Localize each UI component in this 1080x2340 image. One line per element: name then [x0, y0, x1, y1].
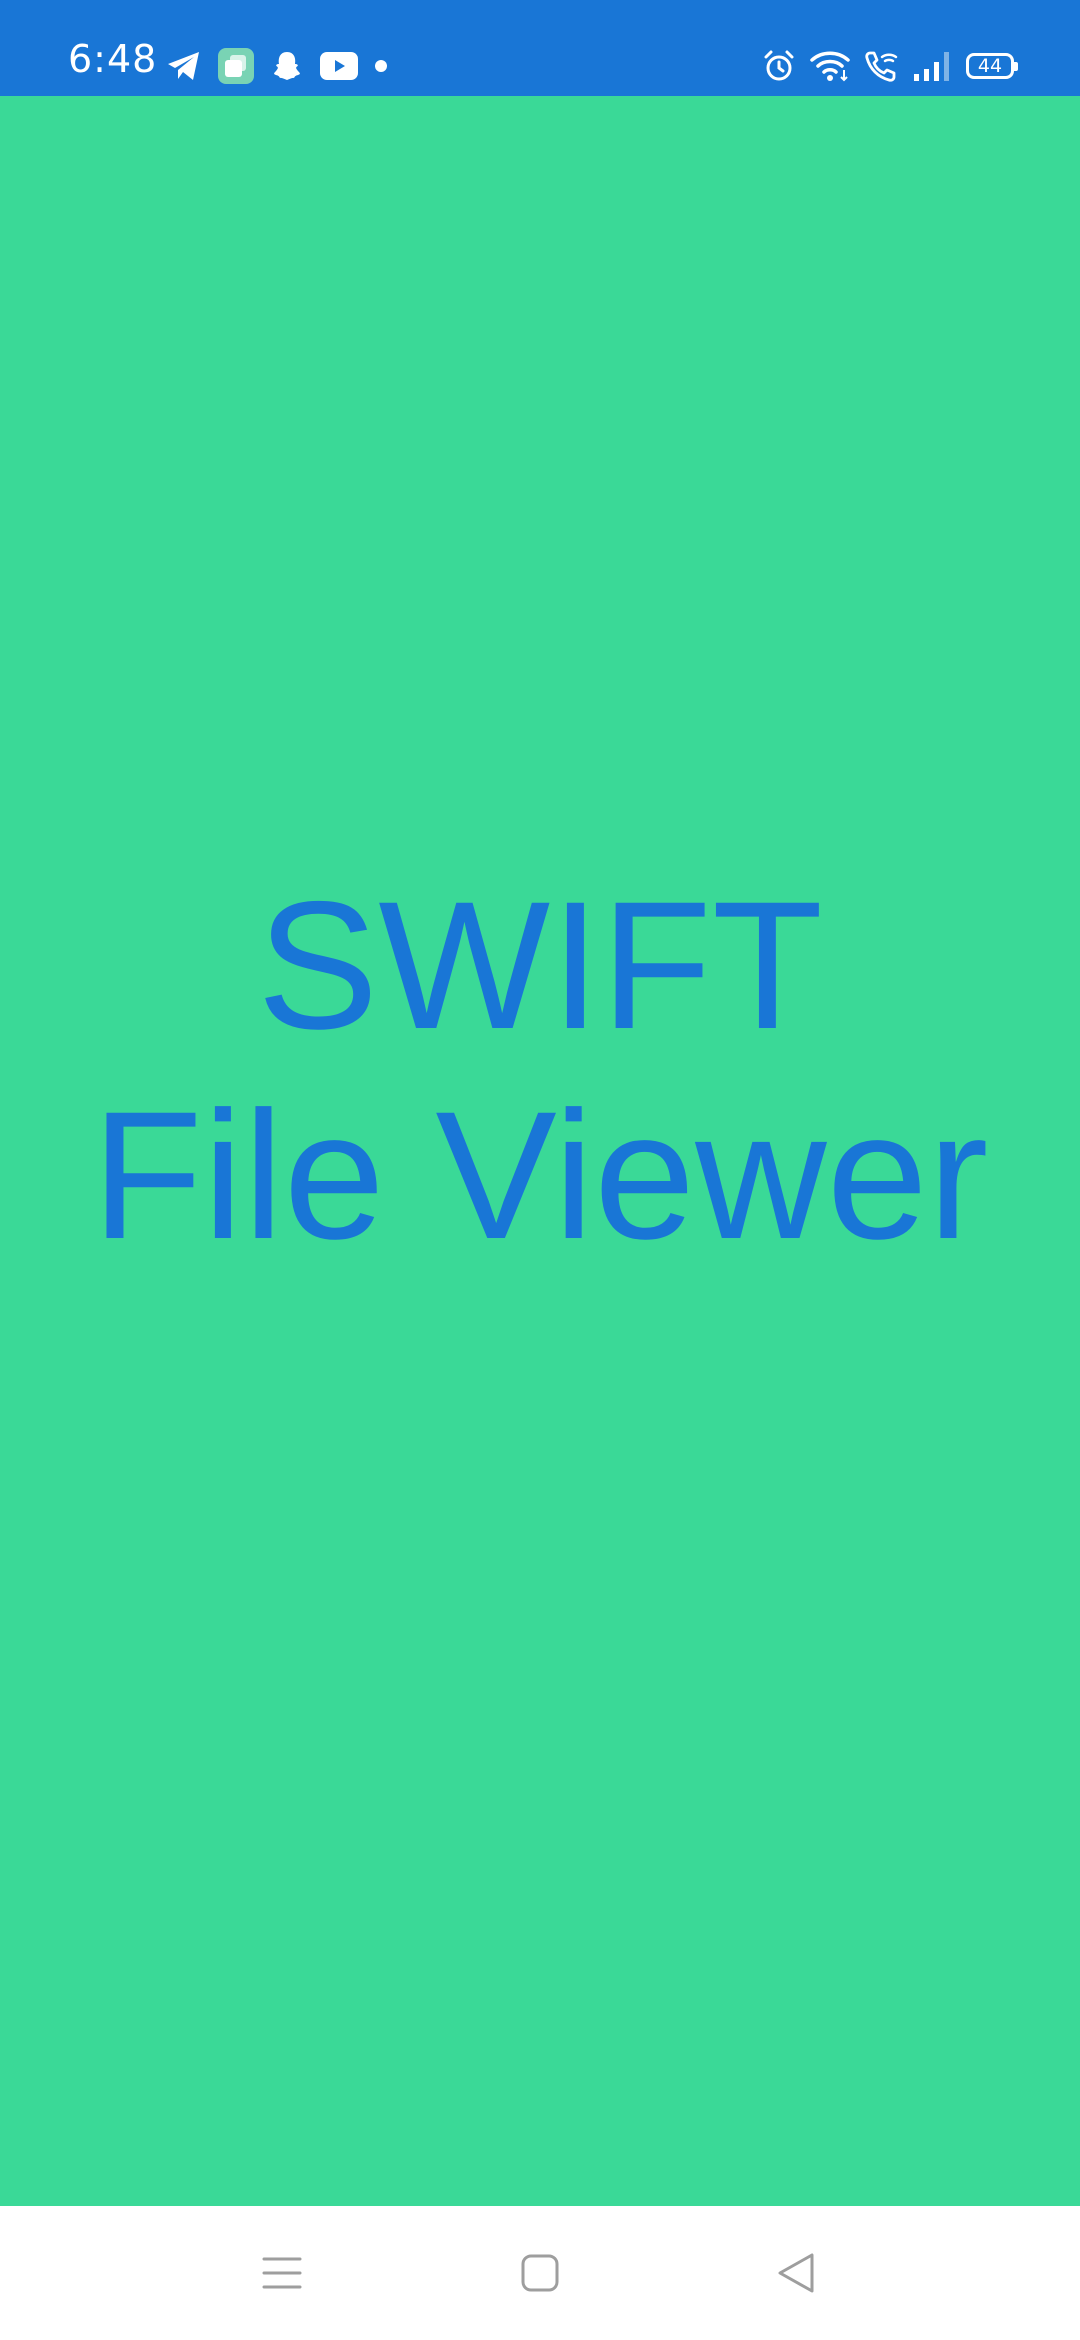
telegram-icon	[166, 50, 202, 82]
splash-screen: 6:48 44 SWIFT File Viewer	[0, 0, 1080, 2340]
signal-icon	[912, 50, 952, 82]
battery-level: 44	[977, 54, 1003, 77]
menu-icon	[262, 2255, 302, 2291]
navigation-bar	[0, 2206, 1080, 2340]
notification-icons	[166, 46, 388, 86]
recent-apps-button[interactable]	[232, 2228, 332, 2318]
status-bar: 6:48 44	[0, 0, 1080, 96]
app-title-line-1: SWIFT	[256, 863, 824, 1067]
back-button[interactable]	[746, 2228, 846, 2318]
snapchat-icon	[270, 49, 304, 83]
home-button[interactable]	[490, 2228, 590, 2318]
notification-dot-icon	[374, 59, 388, 73]
app-layers-icon	[218, 48, 254, 84]
status-time: 6:48	[68, 37, 158, 81]
app-title-line-2: File Viewer	[91, 1073, 989, 1277]
wifi-icon	[810, 50, 850, 82]
system-icons: 44	[762, 46, 1018, 86]
wifi-call-icon	[864, 49, 898, 83]
back-icon	[776, 2251, 816, 2295]
battery-icon: 44	[966, 53, 1018, 79]
app-title: SWIFT File Viewer	[0, 860, 1080, 1280]
alarm-icon	[762, 49, 796, 83]
home-icon	[520, 2253, 560, 2293]
youtube-icon	[320, 52, 358, 80]
